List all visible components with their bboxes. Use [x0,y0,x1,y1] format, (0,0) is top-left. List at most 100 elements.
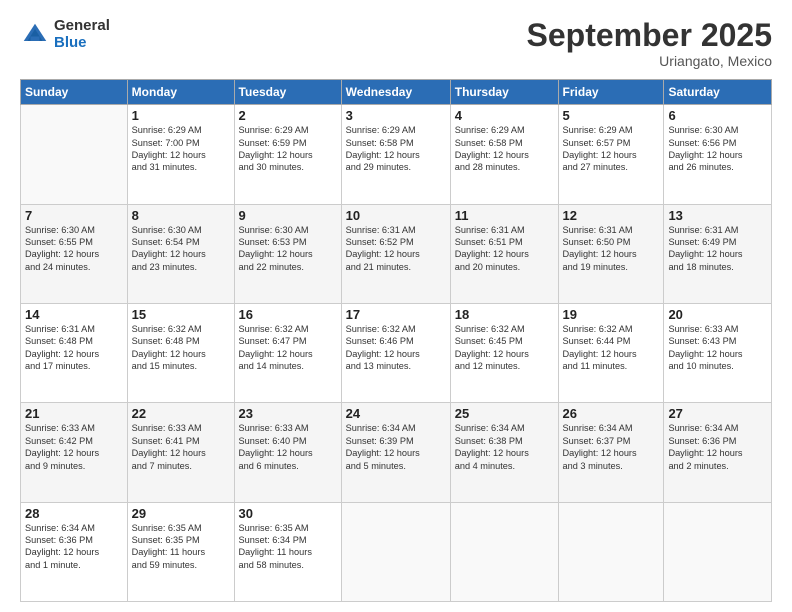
location-subtitle: Uriangato, Mexico [527,53,772,69]
calendar-table: SundayMondayTuesdayWednesdayThursdayFrid… [20,79,772,602]
calendar-week-row: 21Sunrise: 6:33 AM Sunset: 6:42 PM Dayli… [21,403,772,502]
calendar-cell: 23Sunrise: 6:33 AM Sunset: 6:40 PM Dayli… [234,403,341,502]
day-number: 22 [132,406,230,421]
day-info: Sunrise: 6:34 AM Sunset: 6:38 PM Dayligh… [455,422,554,472]
day-number: 20 [668,307,767,322]
day-info: Sunrise: 6:31 AM Sunset: 6:51 PM Dayligh… [455,224,554,274]
col-header-sunday: Sunday [21,80,128,105]
day-number: 5 [563,108,660,123]
day-number: 4 [455,108,554,123]
calendar-cell: 15Sunrise: 6:32 AM Sunset: 6:48 PM Dayli… [127,303,234,402]
day-info: Sunrise: 6:32 AM Sunset: 6:46 PM Dayligh… [346,323,446,373]
calendar-cell: 10Sunrise: 6:31 AM Sunset: 6:52 PM Dayli… [341,204,450,303]
day-info: Sunrise: 6:33 AM Sunset: 6:40 PM Dayligh… [239,422,337,472]
logo-text: General Blue [54,18,110,51]
day-number: 28 [25,506,123,521]
day-number: 17 [346,307,446,322]
calendar-cell: 12Sunrise: 6:31 AM Sunset: 6:50 PM Dayli… [558,204,664,303]
calendar-week-row: 28Sunrise: 6:34 AM Sunset: 6:36 PM Dayli… [21,502,772,601]
calendar-cell: 27Sunrise: 6:34 AM Sunset: 6:36 PM Dayli… [664,403,772,502]
calendar-cell: 29Sunrise: 6:35 AM Sunset: 6:35 PM Dayli… [127,502,234,601]
day-number: 3 [346,108,446,123]
logo-icon [20,20,50,50]
day-number: 14 [25,307,123,322]
day-info: Sunrise: 6:33 AM Sunset: 6:42 PM Dayligh… [25,422,123,472]
day-number: 16 [239,307,337,322]
day-info: Sunrise: 6:34 AM Sunset: 6:37 PM Dayligh… [563,422,660,472]
day-info: Sunrise: 6:35 AM Sunset: 6:34 PM Dayligh… [239,522,337,572]
day-number: 23 [239,406,337,421]
day-number: 7 [25,208,123,223]
calendar-header-row: SundayMondayTuesdayWednesdayThursdayFrid… [21,80,772,105]
day-info: Sunrise: 6:30 AM Sunset: 6:56 PM Dayligh… [668,124,767,174]
col-header-saturday: Saturday [664,80,772,105]
day-number: 27 [668,406,767,421]
col-header-friday: Friday [558,80,664,105]
day-number: 24 [346,406,446,421]
day-number: 29 [132,506,230,521]
calendar-cell: 11Sunrise: 6:31 AM Sunset: 6:51 PM Dayli… [450,204,558,303]
calendar-week-row: 1Sunrise: 6:29 AM Sunset: 7:00 PM Daylig… [21,105,772,204]
day-info: Sunrise: 6:34 AM Sunset: 6:36 PM Dayligh… [668,422,767,472]
logo-blue: Blue [54,35,110,52]
calendar-cell [558,502,664,601]
calendar-cell: 26Sunrise: 6:34 AM Sunset: 6:37 PM Dayli… [558,403,664,502]
calendar-cell: 8Sunrise: 6:30 AM Sunset: 6:54 PM Daylig… [127,204,234,303]
title-block: September 2025 Uriangato, Mexico [527,18,772,69]
calendar-cell: 16Sunrise: 6:32 AM Sunset: 6:47 PM Dayli… [234,303,341,402]
calendar-cell [450,502,558,601]
calendar-cell: 4Sunrise: 6:29 AM Sunset: 6:58 PM Daylig… [450,105,558,204]
day-info: Sunrise: 6:29 AM Sunset: 6:59 PM Dayligh… [239,124,337,174]
col-header-thursday: Thursday [450,80,558,105]
calendar-cell: 3Sunrise: 6:29 AM Sunset: 6:58 PM Daylig… [341,105,450,204]
page-header: General Blue September 2025 Uriangato, M… [20,18,772,69]
day-number: 10 [346,208,446,223]
calendar-cell [341,502,450,601]
calendar-cell [664,502,772,601]
day-info: Sunrise: 6:29 AM Sunset: 6:58 PM Dayligh… [346,124,446,174]
col-header-monday: Monday [127,80,234,105]
calendar-cell: 30Sunrise: 6:35 AM Sunset: 6:34 PM Dayli… [234,502,341,601]
calendar-cell [21,105,128,204]
calendar-week-row: 14Sunrise: 6:31 AM Sunset: 6:48 PM Dayli… [21,303,772,402]
calendar-cell: 1Sunrise: 6:29 AM Sunset: 7:00 PM Daylig… [127,105,234,204]
day-number: 15 [132,307,230,322]
day-number: 19 [563,307,660,322]
calendar-cell: 5Sunrise: 6:29 AM Sunset: 6:57 PM Daylig… [558,105,664,204]
day-info: Sunrise: 6:29 AM Sunset: 6:57 PM Dayligh… [563,124,660,174]
day-info: Sunrise: 6:31 AM Sunset: 6:48 PM Dayligh… [25,323,123,373]
day-number: 9 [239,208,337,223]
day-number: 21 [25,406,123,421]
calendar-cell: 18Sunrise: 6:32 AM Sunset: 6:45 PM Dayli… [450,303,558,402]
calendar-week-row: 7Sunrise: 6:30 AM Sunset: 6:55 PM Daylig… [21,204,772,303]
day-info: Sunrise: 6:29 AM Sunset: 6:58 PM Dayligh… [455,124,554,174]
day-info: Sunrise: 6:32 AM Sunset: 6:45 PM Dayligh… [455,323,554,373]
day-info: Sunrise: 6:34 AM Sunset: 6:39 PM Dayligh… [346,422,446,472]
day-info: Sunrise: 6:31 AM Sunset: 6:49 PM Dayligh… [668,224,767,274]
day-info: Sunrise: 6:30 AM Sunset: 6:54 PM Dayligh… [132,224,230,274]
calendar-cell: 6Sunrise: 6:30 AM Sunset: 6:56 PM Daylig… [664,105,772,204]
calendar-cell: 14Sunrise: 6:31 AM Sunset: 6:48 PM Dayli… [21,303,128,402]
calendar-cell: 25Sunrise: 6:34 AM Sunset: 6:38 PM Dayli… [450,403,558,502]
calendar-cell: 19Sunrise: 6:32 AM Sunset: 6:44 PM Dayli… [558,303,664,402]
day-number: 12 [563,208,660,223]
day-info: Sunrise: 6:31 AM Sunset: 6:50 PM Dayligh… [563,224,660,274]
day-number: 6 [668,108,767,123]
day-info: Sunrise: 6:32 AM Sunset: 6:47 PM Dayligh… [239,323,337,373]
col-header-wednesday: Wednesday [341,80,450,105]
day-number: 25 [455,406,554,421]
col-header-tuesday: Tuesday [234,80,341,105]
calendar-page: General Blue September 2025 Uriangato, M… [0,0,792,612]
logo-general: General [54,18,110,35]
day-info: Sunrise: 6:32 AM Sunset: 6:48 PM Dayligh… [132,323,230,373]
calendar-cell: 2Sunrise: 6:29 AM Sunset: 6:59 PM Daylig… [234,105,341,204]
calendar-cell: 28Sunrise: 6:34 AM Sunset: 6:36 PM Dayli… [21,502,128,601]
day-info: Sunrise: 6:32 AM Sunset: 6:44 PM Dayligh… [563,323,660,373]
day-info: Sunrise: 6:35 AM Sunset: 6:35 PM Dayligh… [132,522,230,572]
day-info: Sunrise: 6:33 AM Sunset: 6:41 PM Dayligh… [132,422,230,472]
day-info: Sunrise: 6:31 AM Sunset: 6:52 PM Dayligh… [346,224,446,274]
calendar-cell: 9Sunrise: 6:30 AM Sunset: 6:53 PM Daylig… [234,204,341,303]
day-number: 30 [239,506,337,521]
day-number: 18 [455,307,554,322]
calendar-cell: 22Sunrise: 6:33 AM Sunset: 6:41 PM Dayli… [127,403,234,502]
